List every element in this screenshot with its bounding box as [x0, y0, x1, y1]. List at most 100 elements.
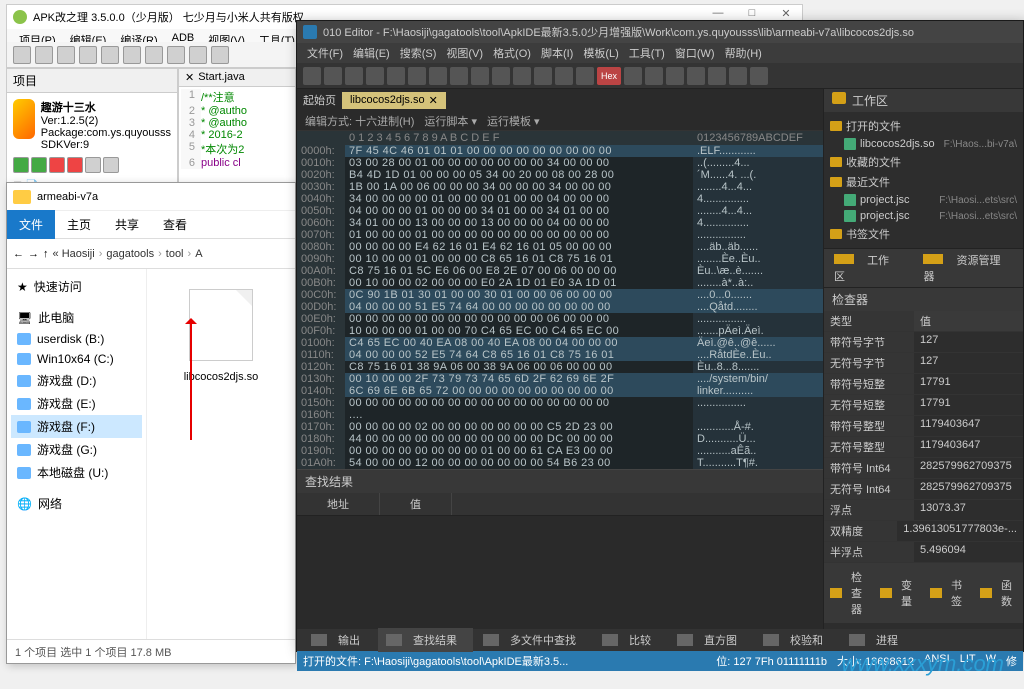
- hex-row[interactable]: 0010h:03 00 28 00 01 00 00 00 00 00 00 0…: [297, 157, 823, 169]
- nav-drive[interactable]: 游戏盘 (G:): [11, 438, 142, 461]
- ed-menu-file[interactable]: 文件(F): [303, 43, 347, 63]
- inspector-row[interactable]: 无符号 Int64282579962709375: [824, 479, 1023, 500]
- toolbar-icon[interactable]: [145, 46, 163, 64]
- tab-histogram[interactable]: 直方图: [669, 628, 753, 652]
- ed-tool-icon[interactable]: [750, 67, 768, 85]
- hex-row[interactable]: 0170h:00 00 00 00 02 00 00 00 00 00 00 0…: [297, 421, 823, 433]
- tab-variables[interactable]: 变量: [874, 563, 924, 623]
- toolbar-icon[interactable]: [79, 46, 97, 64]
- hex-row[interactable]: 0150h:00 00 00 00 00 00 00 00 00 00 00 0…: [297, 397, 823, 409]
- start-tab[interactable]: 起始页: [303, 92, 336, 108]
- nav-drive[interactable]: 本地磁盘 (U:): [11, 461, 142, 484]
- tab-inspector[interactable]: 检查器: [824, 563, 874, 623]
- toolbar-icon[interactable]: [57, 46, 75, 64]
- open-file-item[interactable]: libcocos2djs.soF:\Haos...bi-v7a\: [830, 136, 1017, 152]
- ed-tool-icon[interactable]: [687, 67, 705, 85]
- inspector-row[interactable]: 无符号整型1179403647: [824, 437, 1023, 458]
- tab-functions[interactable]: 函数: [974, 563, 1024, 623]
- code-close-icon[interactable]: ✕: [185, 71, 194, 84]
- inspector-row[interactable]: 带符号 Int64282579962709375: [824, 458, 1023, 479]
- ed-menu-format[interactable]: 格式(O): [489, 43, 535, 63]
- nav-quick[interactable]: ★快速访问: [11, 275, 142, 298]
- ed-tool-icon[interactable]: [387, 67, 405, 85]
- hex-row[interactable]: 0120h:C8 75 16 01 38 9A 06 00 38 9A 06 0…: [297, 361, 823, 373]
- ed-tool-icon[interactable]: [303, 67, 321, 85]
- hex-row[interactable]: 0060h:34 01 00 00 13 00 00 00 13 00 00 0…: [297, 217, 823, 229]
- toolbar-icon[interactable]: [211, 46, 229, 64]
- hex-row[interactable]: 00D0h:04 00 00 00 51 E5 74 64 00 00 00 0…: [297, 301, 823, 313]
- hex-row[interactable]: 0070h:01 00 00 00 01 00 00 00 00 00 00 0…: [297, 229, 823, 241]
- nav-drive[interactable]: 游戏盘 (D:): [11, 369, 142, 392]
- results-header[interactable]: 查找结果: [297, 470, 823, 493]
- proj-tool-icon[interactable]: [85, 157, 101, 173]
- tab-workarea[interactable]: 工作区: [824, 249, 913, 287]
- close-tab-icon[interactable]: ✕: [429, 94, 438, 107]
- hex-row[interactable]: 0040h:34 00 00 00 00 01 00 00 00 01 00 0…: [297, 193, 823, 205]
- ed-menu-window[interactable]: 窗口(W): [671, 43, 719, 63]
- ed-tool-icon[interactable]: [555, 67, 573, 85]
- file-tab[interactable]: libcocos2djs.so✕: [342, 92, 446, 109]
- code-body[interactable]: 1/**注意 2 * @autho 3 * @autho 4 * 2016-2 …: [179, 87, 295, 171]
- ed-menu-script[interactable]: 脚本(I): [537, 43, 577, 63]
- ed-tool-icon[interactable]: [645, 67, 663, 85]
- tab-resources[interactable]: 资源管理器: [913, 249, 1023, 287]
- run-script[interactable]: 运行脚本 ▾: [424, 113, 477, 129]
- inspector-row[interactable]: 带符号整型1179403647: [824, 416, 1023, 437]
- apk-max-button[interactable]: □: [740, 7, 764, 20]
- tab-output[interactable]: 输出: [303, 628, 376, 652]
- ed-tool-icon[interactable]: [576, 67, 594, 85]
- tab-share[interactable]: 共享: [103, 210, 151, 239]
- nav-network[interactable]: 🌐网络: [11, 492, 142, 515]
- hex-row[interactable]: 00A0h:C8 75 16 01 5C E6 06 00 E8 2E 07 0…: [297, 265, 823, 277]
- apk-close-button[interactable]: ✕: [774, 7, 798, 20]
- hex-row[interactable]: 0090h:00 10 00 00 01 00 00 00 C8 65 16 0…: [297, 253, 823, 265]
- col-value[interactable]: 值: [380, 493, 452, 515]
- code-tab-name[interactable]: Start.java: [198, 71, 244, 84]
- ed-tool-icon[interactable]: [708, 67, 726, 85]
- hex-row[interactable]: 0000h:7F 45 4C 46 01 01 01 00 00 00 00 0…: [297, 145, 823, 157]
- bookmark-files-group[interactable]: 书签文件: [830, 224, 1017, 244]
- hex-row[interactable]: 0020h:B4 4D 1D 01 00 00 00 05 34 00 20 0…: [297, 169, 823, 181]
- toolbar-icon[interactable]: [13, 46, 31, 64]
- ed-tool-icon[interactable]: [534, 67, 552, 85]
- recent-file-item[interactable]: project.jscF:\Haosi...ets\src\: [830, 192, 1017, 208]
- tab-multifile[interactable]: 多文件中查找: [475, 628, 592, 652]
- proj-tool-icon[interactable]: [31, 157, 47, 173]
- nav-drive[interactable]: userdisk (B:): [11, 329, 142, 349]
- hex-row[interactable]: 0100h:C4 65 EC 00 40 EA 08 00 40 EA 08 0…: [297, 337, 823, 349]
- hex-row[interactable]: 0110h:04 00 00 00 52 E5 74 64 C8 65 16 0…: [297, 349, 823, 361]
- hex-row[interactable]: 0050h:04 00 00 00 01 00 00 00 34 01 00 0…: [297, 205, 823, 217]
- nav-drive[interactable]: 游戏盘 (F:): [11, 415, 142, 438]
- hex-row[interactable]: 0080h:00 00 00 00 E4 62 16 01 E4 62 16 0…: [297, 241, 823, 253]
- hex-row[interactable]: 0030h:1B 00 1A 00 06 00 00 00 34 00 00 0…: [297, 181, 823, 193]
- file-name[interactable]: libcocos2djs.so: [157, 371, 285, 383]
- recent-files-group[interactable]: 最近文件: [830, 172, 1017, 192]
- proj-tool-icon[interactable]: [13, 157, 29, 173]
- tab-bookmarks[interactable]: 书签: [924, 563, 974, 623]
- explorer-addressbar[interactable]: ← → ↑ « Haosiji› gagatools› tool› A: [7, 239, 295, 269]
- inspector-row[interactable]: 带符号字节127: [824, 332, 1023, 353]
- nav-drive[interactable]: Win10x64 (C:): [11, 349, 142, 369]
- ed-tool-icon[interactable]: [471, 67, 489, 85]
- edit-mode[interactable]: 编辑方式: 十六进制(H): [305, 113, 414, 129]
- toolbar-icon[interactable]: [101, 46, 119, 64]
- ed-menu-template[interactable]: 模板(L): [579, 43, 622, 63]
- run-template[interactable]: 运行模板 ▾: [487, 113, 540, 129]
- nav-pc[interactable]: 🖥此电脑: [11, 306, 142, 329]
- toolbar-icon[interactable]: [189, 46, 207, 64]
- hex-row[interactable]: 0160h:....: [297, 409, 823, 421]
- ed-menu-search[interactable]: 搜索(S): [396, 43, 441, 63]
- toolbar-icon[interactable]: [123, 46, 141, 64]
- ed-tool-icon[interactable]: [450, 67, 468, 85]
- ed-tool-icon[interactable]: [366, 67, 384, 85]
- proj-tool-icon[interactable]: [103, 157, 119, 173]
- ed-menu-help[interactable]: 帮助(H): [721, 43, 766, 63]
- hex-row[interactable]: 0180h:44 00 00 00 00 00 00 00 00 00 00 0…: [297, 433, 823, 445]
- inspector-row[interactable]: 半浮点5.496094: [824, 542, 1023, 563]
- toolbar-icon[interactable]: [167, 46, 185, 64]
- nav-drive[interactable]: 游戏盘 (E:): [11, 392, 142, 415]
- ed-tool-icon[interactable]: [513, 67, 531, 85]
- nav-fwd-icon[interactable]: →: [28, 248, 39, 260]
- proj-tool-icon[interactable]: [67, 157, 83, 173]
- proj-tool-icon[interactable]: [49, 157, 65, 173]
